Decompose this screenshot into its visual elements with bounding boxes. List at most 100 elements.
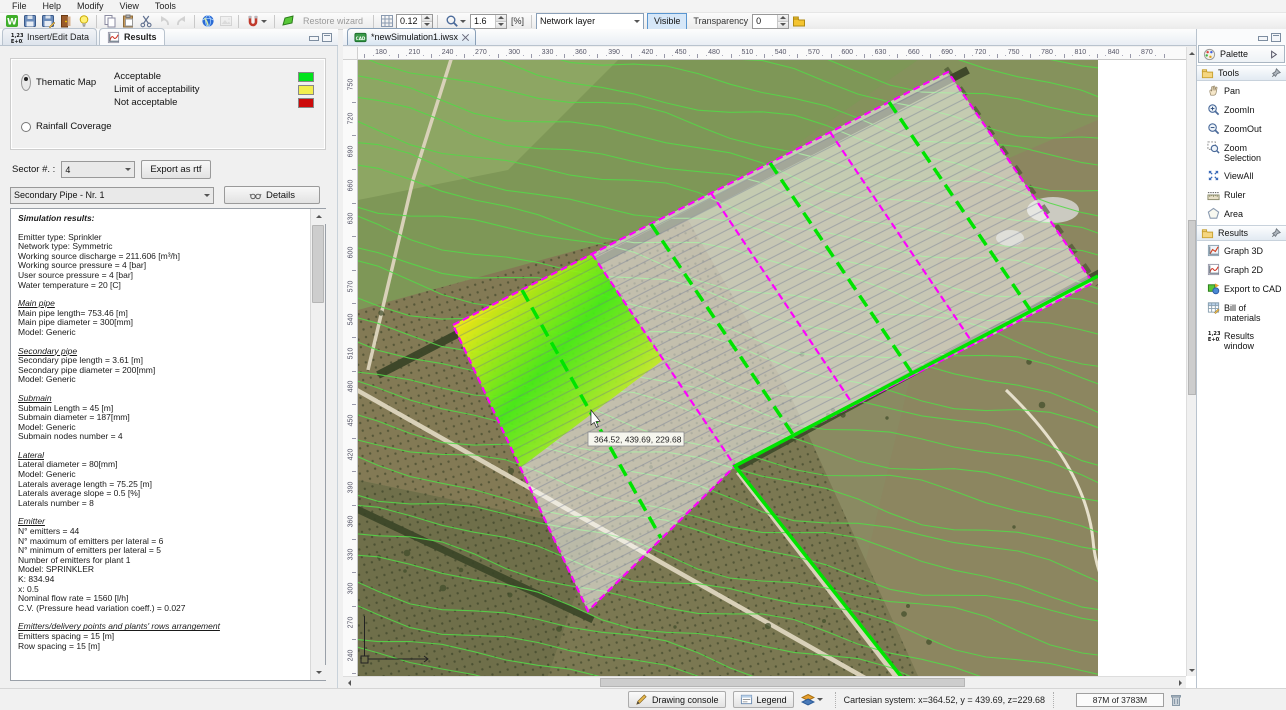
thematic-map-radio[interactable]: Thematic Map xyxy=(21,74,96,91)
toolbar-separator xyxy=(194,15,195,28)
scrollbar-thumb[interactable] xyxy=(600,678,965,687)
editor-tab[interactable]: CAD *newSimulation1.iwsx xyxy=(347,28,476,45)
rainfall-coverage-radio[interactable]: Rainfall Coverage xyxy=(21,121,112,132)
layer-folder-button[interactable] xyxy=(790,14,807,29)
pan-icon xyxy=(1207,84,1220,97)
palette-section-results[interactable]: Results xyxy=(1197,225,1286,241)
magnifier-icon xyxy=(445,14,459,28)
paste-button[interactable] xyxy=(119,14,136,29)
palette-item-viewall[interactable]: ViewAll xyxy=(1197,166,1286,185)
map-horizontal-scrollbar[interactable] xyxy=(343,676,1186,688)
palette-item-graph-2d[interactable]: Graph 2D xyxy=(1197,260,1286,279)
wizard-button[interactable]: W xyxy=(3,14,20,29)
exit-door-button[interactable] xyxy=(57,14,74,29)
map-vertical-scrollbar[interactable] xyxy=(1186,47,1196,676)
legend-button[interactable]: Legend xyxy=(733,691,794,708)
ruler-corner xyxy=(343,47,358,60)
spinner-buttons[interactable] xyxy=(777,15,788,28)
palette-item-area[interactable]: Area xyxy=(1197,204,1286,223)
results-line: C.V. (Pressure head variation coeff.) = … xyxy=(18,604,306,614)
grid-size-value[interactable]: 0.12 xyxy=(397,15,421,28)
restore-wizard-button[interactable]: Restore wizard xyxy=(297,16,369,26)
ruler-label: 240 xyxy=(442,49,454,56)
copy-button[interactable] xyxy=(101,14,118,29)
palette-header[interactable]: Palette xyxy=(1198,45,1285,63)
minimize-view-button[interactable] xyxy=(1257,33,1267,42)
maximize-view-button[interactable] xyxy=(322,33,332,42)
magnet-button[interactable] xyxy=(243,14,270,29)
palette-item-zoom-selection[interactable]: Zoom Selection xyxy=(1197,138,1286,166)
scroll-down-icon[interactable] xyxy=(311,665,326,680)
sector-area-button[interactable] xyxy=(279,14,296,29)
pin-icon[interactable] xyxy=(1269,67,1282,80)
transparency-value[interactable]: 0 xyxy=(753,15,777,28)
zoom-in-icon xyxy=(1207,103,1220,116)
rainfall-coverage-label: Rainfall Coverage xyxy=(36,121,112,132)
scrollbar-thumb[interactable] xyxy=(312,225,324,303)
toolbar-separator xyxy=(238,15,239,28)
ruler-label: 720 xyxy=(975,49,987,56)
sector-label: Sector #. : xyxy=(12,164,55,175)
save-button[interactable] xyxy=(21,14,38,29)
tips-bulb-button[interactable] xyxy=(75,14,92,29)
tab-results[interactable]: Results xyxy=(99,28,165,45)
menu-modify[interactable]: Modify xyxy=(69,0,112,13)
palette-item-zoomout[interactable]: ZoomOut xyxy=(1197,119,1286,138)
toolbar-separator xyxy=(531,15,532,28)
transparency-stepper[interactable]: 0 xyxy=(752,14,789,29)
trash-icon[interactable] xyxy=(1169,693,1183,707)
aerial-map[interactable]: 364.52, 439.69, 229.68 xyxy=(358,60,1098,676)
results-scrollbar[interactable] xyxy=(310,209,325,680)
palette-item-pan[interactable]: Pan xyxy=(1197,81,1286,100)
layer-select[interactable]: Network layer xyxy=(536,13,644,30)
spinner-buttons[interactable] xyxy=(495,15,506,28)
close-icon[interactable] xyxy=(462,34,469,41)
magnifier-button[interactable] xyxy=(442,14,469,29)
scroll-up-icon[interactable] xyxy=(311,209,326,224)
palette-item-results-window[interactable]: 1,23E+03Results window xyxy=(1197,326,1286,354)
palette-icon xyxy=(1203,48,1216,61)
pin-icon[interactable] xyxy=(1269,227,1282,240)
cut-button[interactable] xyxy=(137,14,154,29)
palette-item-zoomin[interactable]: ZoomIn xyxy=(1197,100,1286,119)
zoom-step-value[interactable]: 1.6 xyxy=(471,15,495,28)
palette-item-bill-of-materials[interactable]: Bill of materials xyxy=(1197,298,1286,326)
grid-size-stepper[interactable]: 0.12 xyxy=(396,14,433,29)
map-editor: CAD *newSimulation1.iwsx 150180210240270… xyxy=(343,29,1196,688)
export-image-button[interactable] xyxy=(217,14,234,29)
toolbar-separator xyxy=(274,15,275,28)
scroll-left-icon[interactable] xyxy=(343,677,355,689)
palette-item-graph-3d[interactable]: Graph 3D xyxy=(1197,241,1286,260)
tab-results-label: Results xyxy=(124,32,157,42)
scroll-right-icon[interactable] xyxy=(1174,677,1186,689)
google-earth-button[interactable] xyxy=(199,14,216,29)
spinner-buttons[interactable] xyxy=(421,15,432,28)
layers-dropdown-button[interactable] xyxy=(801,693,823,707)
menu-tools[interactable]: Tools xyxy=(147,0,184,13)
palette-item-export-to-cad[interactable]: Export to CAD xyxy=(1197,279,1286,298)
details-button[interactable]: Details xyxy=(224,186,320,204)
pipe-select[interactable]: Secondary Pipe - Nr. 1 xyxy=(10,187,214,204)
export-rtf-button[interactable]: Export as rtf xyxy=(141,160,210,179)
menu-file[interactable]: File xyxy=(4,0,35,13)
visible-toggle[interactable]: Visible xyxy=(647,13,687,30)
grid-button[interactable] xyxy=(378,14,395,29)
map-canvas[interactable]: 364.52, 439.69, 229.68 xyxy=(358,60,1186,676)
menu-view[interactable]: View xyxy=(112,0,147,13)
legend-item: Limit of acceptability xyxy=(114,84,314,95)
maximize-view-button[interactable] xyxy=(1271,33,1281,42)
drawing-console-button[interactable]: Drawing console xyxy=(628,691,726,708)
zoom-step-stepper[interactable]: 1.6 xyxy=(470,14,507,29)
palette-title: Palette xyxy=(1220,49,1263,59)
minimize-view-button[interactable] xyxy=(308,33,318,42)
legend-window-icon xyxy=(740,693,753,706)
menu-help[interactable]: Help xyxy=(35,0,70,13)
sector-select[interactable]: 4 xyxy=(61,161,135,178)
undo-button[interactable] xyxy=(155,14,172,29)
palette-item-ruler[interactable]: Ruler xyxy=(1197,185,1286,204)
palette-section-tools[interactable]: Tools xyxy=(1197,65,1286,81)
tab-insert-edit-data[interactable]: 1,23E+03 Insert/Edit Data xyxy=(2,28,97,45)
scrollbar-thumb[interactable] xyxy=(1188,220,1196,395)
redo-button[interactable] xyxy=(173,14,190,29)
save-as-button[interactable] xyxy=(39,14,56,29)
